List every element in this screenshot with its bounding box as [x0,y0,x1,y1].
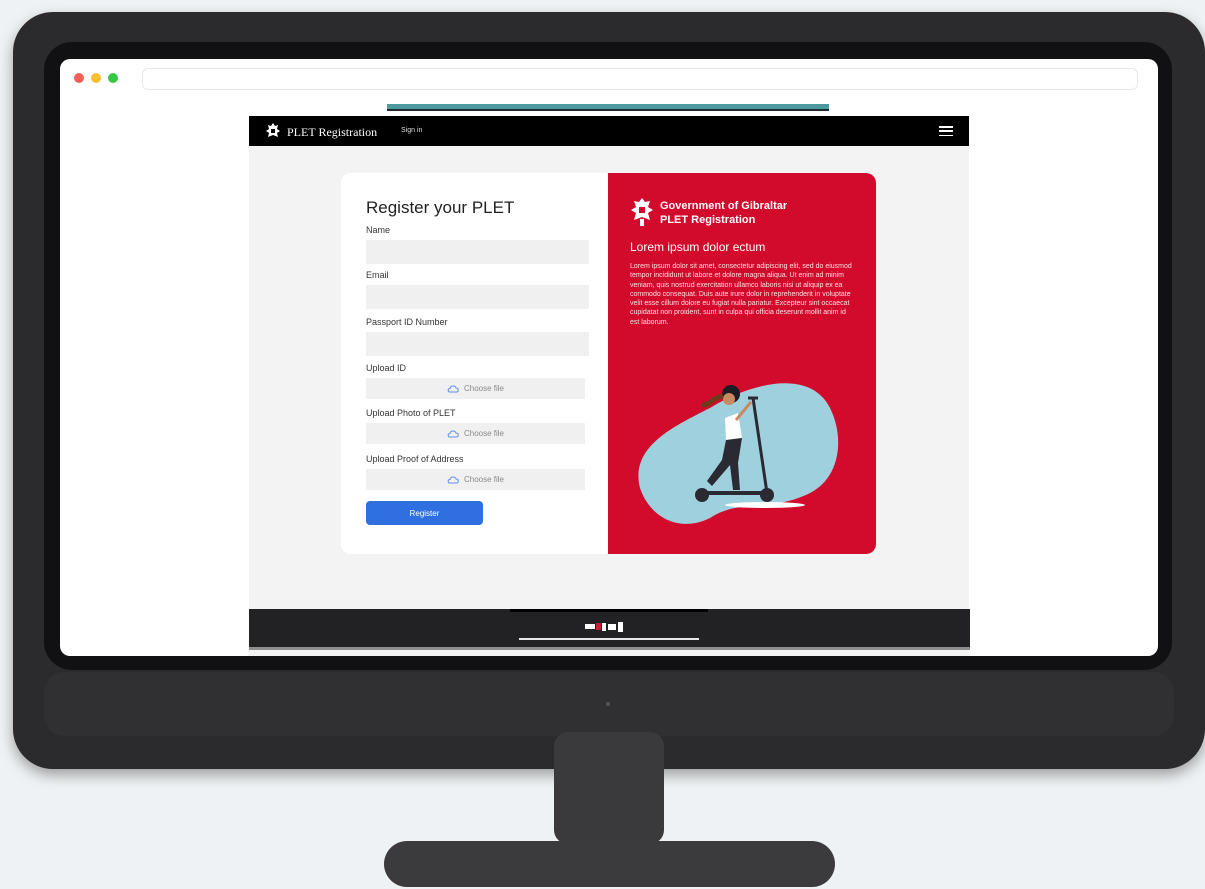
screen: PLET Registration Sign in Register your … [60,59,1158,656]
hamburger-menu-icon[interactable] [939,126,953,136]
government-subtitle: PLET Registration [660,214,756,226]
crest-icon [631,198,653,226]
footer-divider [519,638,699,640]
name-field[interactable] [366,240,589,264]
window-controls [74,73,118,83]
upload-address-label: Upload Proof of Address [366,454,464,464]
navbar: PLET Registration Sign in [249,116,969,146]
form-title: Register your PLET [366,198,515,217]
footer [249,609,970,647]
monitor-stand-base [384,841,835,887]
upload-photo-label: Upload Photo of PLET [366,408,456,418]
passport-id-field[interactable] [366,332,589,356]
nav-title[interactable]: PLET Registration [287,125,377,140]
cloud-upload-icon [447,476,459,484]
info-panel: Government of Gibraltar PLET Registratio… [608,173,876,554]
info-body: Lorem ipsum dolor sit amet, consectetur … [630,263,852,326]
choose-file-label: Choose file [463,475,505,484]
close-window-dot[interactable] [74,73,84,83]
email-field[interactable] [366,285,589,309]
email-label: Email [366,270,389,280]
upload-address-button[interactable]: Choose file [366,469,585,490]
page-top-accent [387,104,829,111]
maximize-window-dot[interactable] [108,73,118,83]
choose-file-label: Choose file [463,429,505,438]
address-bar[interactable] [142,68,1138,90]
upload-photo-button[interactable]: Choose file [366,423,585,444]
government-name: Government of Gibraltar [660,200,788,212]
footer-top-bar [510,609,708,612]
info-heading: Lorem ipsum dolor ectum [630,240,766,254]
monitor-stand-neck [554,732,664,844]
name-label: Name [366,225,391,235]
registration-form: Register your PLET Name Email Passport I… [341,173,608,554]
camera-dot [606,702,610,706]
register-button[interactable]: Register [366,501,483,525]
cloud-upload-icon [447,430,459,438]
crest-icon[interactable] [265,122,281,140]
minimize-window-dot[interactable] [91,73,101,83]
choose-file-label: Choose file [463,384,505,393]
upload-id-label: Upload ID [366,363,407,373]
flag-logo-icon [585,622,623,632]
footer-bottom-bar [249,647,970,650]
sign-in-link[interactable]: Sign in [401,127,422,134]
passport-label: Passport ID Number [366,317,448,327]
upload-id-button[interactable]: Choose file [366,378,585,399]
cloud-upload-icon [447,385,459,393]
registration-card: Register your PLET Name Email Passport I… [341,173,876,554]
web-page: PLET Registration Sign in Register your … [249,116,969,656]
scooter-rider-illustration [638,383,839,524]
